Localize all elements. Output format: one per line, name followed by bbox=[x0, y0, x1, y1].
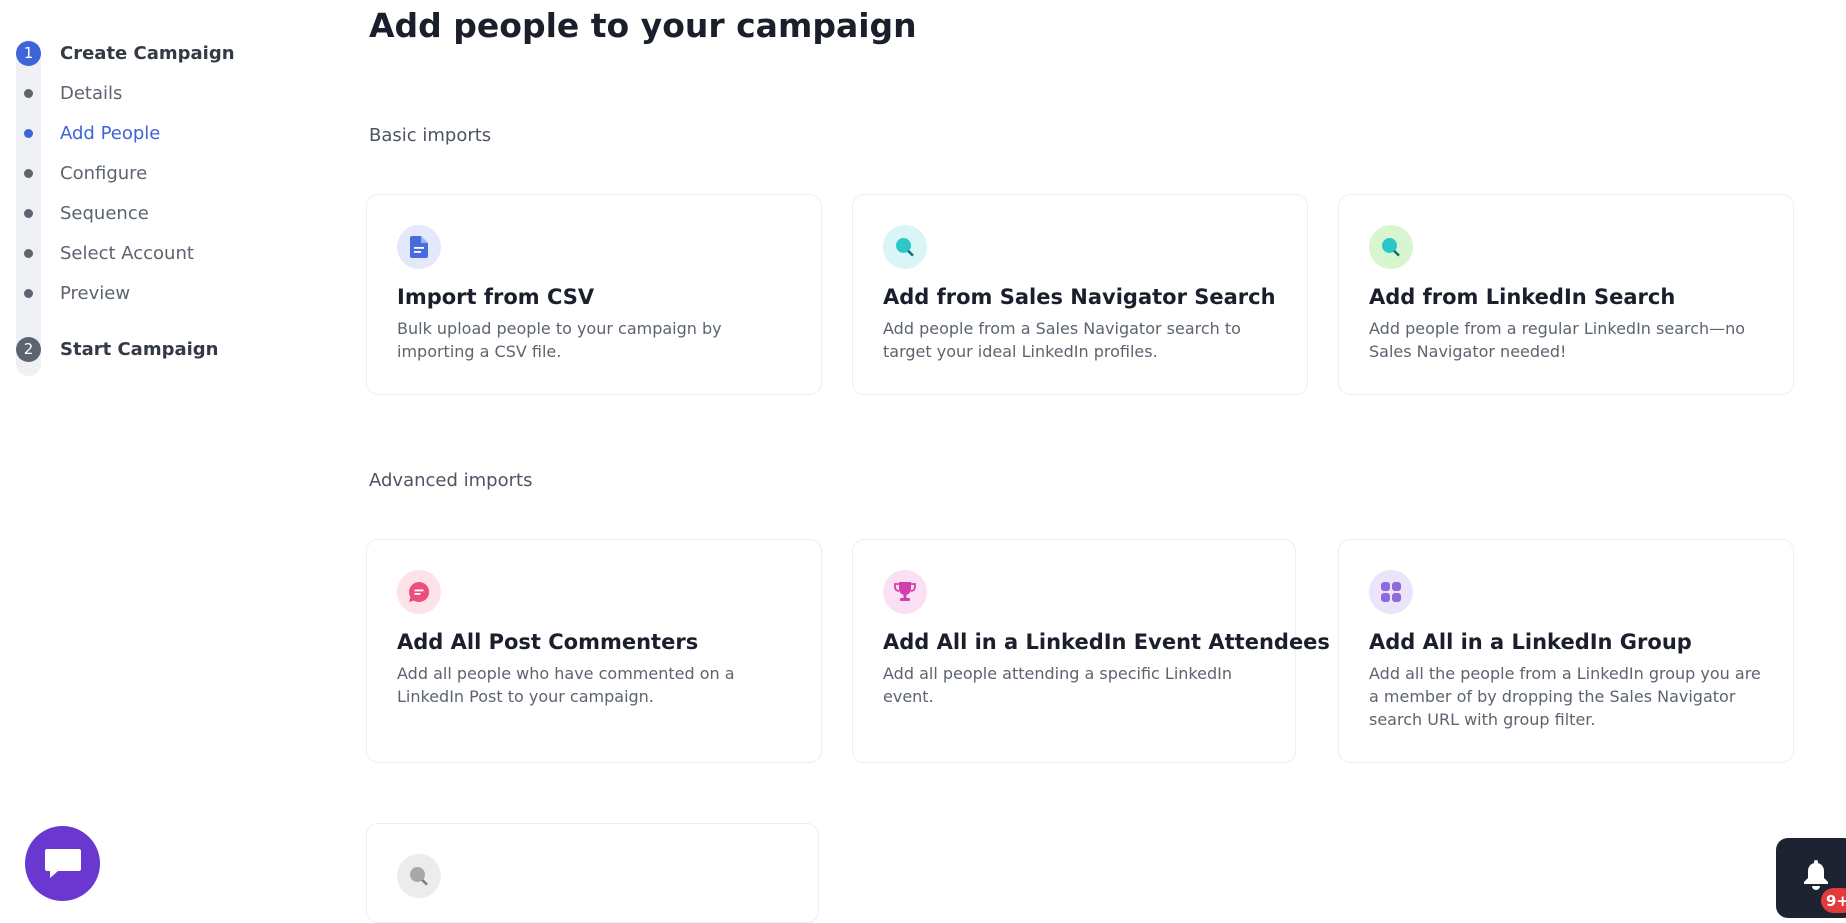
step-number-badge: 1 bbox=[16, 40, 41, 66]
substep-add-people[interactable]: Add People bbox=[16, 121, 160, 145]
substep-label: Preview bbox=[60, 282, 131, 304]
substep-preview[interactable]: Preview bbox=[16, 281, 130, 305]
card-linkedin-search[interactable]: Add from LinkedIn Search Add people from… bbox=[1338, 194, 1794, 395]
step-number-badge: 2 bbox=[16, 336, 41, 362]
trophy-icon bbox=[883, 570, 927, 614]
bell-icon bbox=[1804, 860, 1828, 890]
step-title: Create Campaign bbox=[60, 42, 235, 64]
document-icon bbox=[397, 225, 441, 269]
comment-icon bbox=[397, 570, 441, 614]
substep-dot bbox=[16, 88, 41, 98]
chat-icon bbox=[44, 848, 81, 878]
substep-dot bbox=[16, 288, 41, 298]
card-import-csv[interactable]: Import from CSV Bulk upload people to yo… bbox=[366, 194, 822, 395]
substep-label: Select Account bbox=[60, 242, 194, 264]
card-linkedin-group[interactable]: Add All in a LinkedIn Group Add all the … bbox=[1338, 539, 1794, 763]
card-description: Add people from a Sales Navigator search… bbox=[883, 319, 1241, 361]
card-description: Add all people who have commented on a L… bbox=[397, 664, 735, 706]
step-create-campaign[interactable]: 1 Create Campaign bbox=[16, 40, 235, 66]
card-title: Add from Sales Navigator Search bbox=[883, 285, 1276, 309]
substep-configure[interactable]: Configure bbox=[16, 161, 147, 185]
step-title: Start Campaign bbox=[60, 338, 219, 360]
search-icon bbox=[397, 854, 441, 898]
card-description: Add all people attending a specific Link… bbox=[883, 664, 1232, 706]
substep-label: Add People bbox=[60, 122, 161, 144]
card-description: Bulk upload people to your campaign by i… bbox=[397, 319, 722, 361]
search-icon bbox=[1369, 225, 1413, 269]
card-title: Add All in a LinkedIn Event Attendees bbox=[883, 630, 1330, 654]
substep-details[interactable]: Details bbox=[16, 81, 122, 105]
search-icon bbox=[883, 225, 927, 269]
card-title: Add All in a LinkedIn Group bbox=[1369, 630, 1692, 654]
card-description: Add all the people from a LinkedIn group… bbox=[1369, 664, 1761, 729]
card-title: Import from CSV bbox=[397, 285, 595, 309]
substep-label: Configure bbox=[60, 162, 148, 184]
grid-icon bbox=[1369, 570, 1413, 614]
substep-label: Details bbox=[60, 82, 123, 104]
substep-select-account[interactable]: Select Account bbox=[16, 241, 194, 265]
substep-dot bbox=[16, 208, 41, 218]
section-advanced-imports: Advanced imports bbox=[369, 470, 533, 491]
notification-badge: 9+ bbox=[1821, 888, 1846, 913]
card-description: Add people from a regular LinkedIn searc… bbox=[1369, 319, 1746, 361]
card-title: Add All Post Commenters bbox=[397, 630, 699, 654]
step-start-campaign[interactable]: 2 Start Campaign bbox=[16, 336, 218, 362]
card-event-attendees[interactable]: Add All in a LinkedIn Event Attendees Ad… bbox=[852, 539, 1330, 763]
substep-dot bbox=[16, 248, 41, 258]
section-basic-imports: Basic imports bbox=[369, 125, 492, 146]
substep-label: Sequence bbox=[60, 202, 149, 224]
card-title: Add from LinkedIn Search bbox=[1369, 285, 1676, 309]
card-post-commenters[interactable]: Add All Post Commenters Add all people w… bbox=[366, 539, 822, 763]
card-sales-navigator-search[interactable]: Add from Sales Navigator Search Add peop… bbox=[852, 194, 1308, 395]
substep-dot bbox=[16, 128, 41, 138]
page-title: Add people to your campaign bbox=[369, 6, 917, 45]
chat-button[interactable] bbox=[25, 826, 100, 901]
notification-button[interactable]: 9+ bbox=[1776, 838, 1846, 918]
card-more-imports[interactable] bbox=[366, 823, 819, 923]
substep-sequence[interactable]: Sequence bbox=[16, 201, 149, 225]
substep-dot bbox=[16, 168, 41, 178]
